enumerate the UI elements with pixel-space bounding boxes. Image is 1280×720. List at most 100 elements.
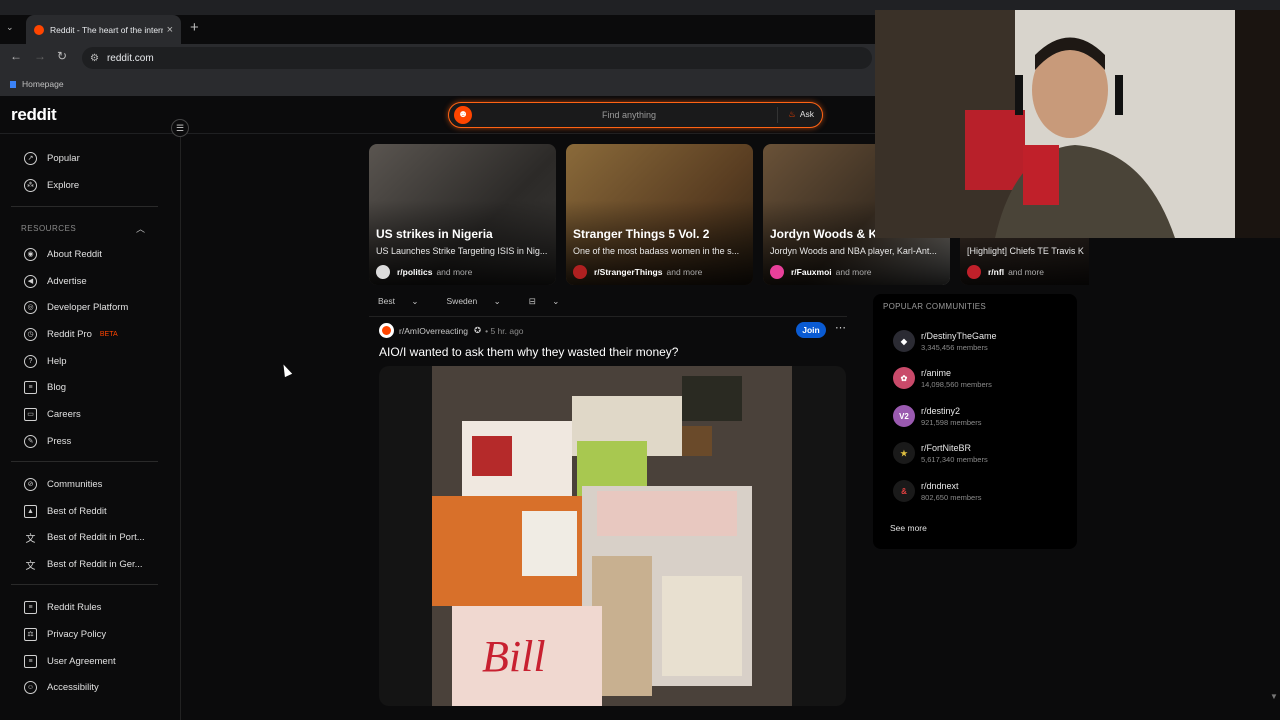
about-icon: ◉ bbox=[24, 247, 37, 261]
card-subtitle: [Highlight] Chiefs TE Travis K bbox=[967, 246, 1084, 256]
search-bar[interactable]: ☻ Find anything ♨ Ask bbox=[448, 102, 823, 128]
community-item[interactable]: ◆ r/DestinyTheGame 3,345,456 members bbox=[893, 327, 997, 355]
sidebar-toggle-icon[interactable]: ☰ bbox=[171, 119, 189, 137]
ask-button[interactable]: ♨ Ask bbox=[788, 109, 814, 120]
sidebar-item-communities[interactable]: ⊘ Communities bbox=[24, 474, 102, 494]
community-item[interactable]: & r/dndnext 802,650 members bbox=[893, 477, 981, 505]
community-name: r/politics bbox=[397, 267, 433, 277]
card-more: and more bbox=[1008, 267, 1044, 277]
trending-card[interactable]: US strikes in Nigeria US Launches Strike… bbox=[369, 144, 556, 285]
explore-icon: ⁂ bbox=[24, 178, 37, 192]
chevron-down-icon: ⌄ bbox=[493, 296, 501, 306]
sidebar-item-label: Developer Platform bbox=[47, 301, 129, 313]
url-text: reddit.com bbox=[106, 52, 154, 64]
sidebar-item-popular[interactable]: ↗ Popular bbox=[24, 148, 80, 168]
community-avatar bbox=[376, 265, 390, 279]
sidebar-item-label: Blog bbox=[47, 381, 67, 393]
bookmark-homepage[interactable]: Homepage bbox=[22, 79, 64, 89]
sidebar-item-privacy[interactable]: ⚖ Privacy Policy bbox=[24, 624, 106, 644]
sort-dropdown[interactable]: Best ⌄ bbox=[378, 296, 433, 307]
chevron-up-icon[interactable]: ︿ bbox=[136, 222, 145, 235]
subreddit-avatar[interactable] bbox=[379, 323, 394, 338]
reddit-logo[interactable]: reddit bbox=[11, 105, 57, 125]
community-members: 5,617,340 members bbox=[921, 454, 988, 464]
sidebar-item-rules[interactable]: ≡ Reddit Rules bbox=[24, 597, 101, 617]
translate-icon: 文 bbox=[25, 533, 36, 545]
card-title: Jordyn Woods & K... bbox=[770, 227, 888, 241]
new-tab-icon[interactable]: + bbox=[190, 19, 199, 36]
scroll-down-icon[interactable]: ▼ bbox=[1270, 692, 1278, 701]
sidebar-item-advertise[interactable]: ◀ Advertise bbox=[24, 271, 87, 291]
sidebar-item-accessibility[interactable]: ☺ Accessibility bbox=[24, 677, 99, 697]
post-subreddit[interactable]: r/AmIOverreacting bbox=[399, 326, 468, 336]
sidebar-item-label: Best of Reddit in Port... bbox=[47, 531, 145, 543]
region-dropdown[interactable]: Sweden ⌄ bbox=[447, 296, 515, 307]
browser-toolbar: ← → ↻ ⚙ reddit.com bbox=[0, 44, 876, 72]
post-image[interactable]: Bill bbox=[379, 366, 846, 706]
developer-icon: ◎ bbox=[24, 300, 37, 314]
address-bar[interactable]: ⚙ reddit.com bbox=[82, 47, 872, 69]
sidebar-item-developer[interactable]: ◎ Developer Platform bbox=[24, 297, 128, 317]
community-item[interactable]: ★ r/FortNiteBR 5,617,340 members bbox=[893, 439, 988, 467]
sidebar-item-label: Press bbox=[47, 435, 72, 447]
sidebar-item-label: Best of Reddit in Ger... bbox=[47, 558, 143, 570]
card-more: and more bbox=[835, 267, 872, 277]
community-item[interactable]: V2 r/destiny2 921,598 members bbox=[893, 402, 981, 430]
community-name: r/destiny2 bbox=[921, 405, 961, 416]
region-value: Sweden bbox=[446, 296, 478, 306]
trending-card[interactable]: Stranger Things 5 Vol. 2 One of the most… bbox=[566, 144, 753, 285]
more-options-icon[interactable]: ⋯ bbox=[835, 321, 846, 334]
browser-tab[interactable]: Reddit - The heart of the internet × bbox=[26, 15, 181, 44]
sidebar-item-label: Explore bbox=[47, 179, 80, 191]
sidebar-item-press[interactable]: ✎ Press bbox=[24, 431, 71, 451]
mouse-cursor-icon bbox=[279, 362, 293, 378]
post-title[interactable]: AIO/I wanted to ask them why they wasted… bbox=[379, 345, 678, 359]
rules-icon: ≡ bbox=[24, 600, 37, 614]
sidebar-item-blog[interactable]: ≡ Blog bbox=[24, 377, 66, 397]
sidebar-divider bbox=[11, 584, 158, 585]
tab-strip: ⌄ Reddit - The heart of the internet × + bbox=[0, 15, 876, 44]
community-name: r/dndnext bbox=[921, 480, 959, 491]
sidebar-item-about[interactable]: ◉ About Reddit bbox=[24, 244, 102, 264]
briefcase-icon: ▭ bbox=[24, 407, 37, 421]
bookmarks-bar: Homepage bbox=[0, 72, 876, 96]
view-dropdown[interactable]: ⊟ ⌄ bbox=[529, 296, 574, 307]
tab-search-icon[interactable]: ⌄ bbox=[6, 22, 14, 33]
sidebar-item-help[interactable]: ? Help bbox=[24, 351, 67, 371]
community-item[interactable]: ✿ r/anime 14,098,560 members bbox=[893, 364, 992, 392]
sidebar-item-best-german[interactable]: 文 Best of Reddit in Ger... bbox=[24, 554, 143, 574]
forward-icon[interactable]: → bbox=[34, 49, 46, 63]
community-members: 921,598 members bbox=[921, 417, 982, 427]
join-button[interactable]: Join bbox=[796, 322, 826, 338]
popular-heading: POPULAR COMMUNITIES bbox=[883, 302, 987, 311]
close-tab-icon[interactable]: × bbox=[167, 24, 173, 36]
card-more: and more bbox=[436, 267, 473, 277]
reload-icon[interactable]: ↻ bbox=[57, 49, 67, 63]
sidebar-item-careers[interactable]: ▭ Careers bbox=[24, 404, 81, 424]
blog-icon: ≡ bbox=[24, 380, 37, 394]
sidebar-item-reddit-pro[interactable]: ◷ Reddit Pro BETA bbox=[24, 324, 118, 344]
sidebar-item-best-of-reddit[interactable]: ▲ Best of Reddit bbox=[24, 501, 107, 521]
sidebar-item-best-portuguese[interactable]: 文 Best of Reddit in Port... bbox=[24, 527, 145, 547]
post-time-value: 5 hr. ago bbox=[490, 325, 524, 336]
see-more-button[interactable]: See more bbox=[890, 523, 927, 533]
sidebar-item-label: About Reddit bbox=[47, 248, 102, 260]
svg-text:Bill: Bill bbox=[482, 632, 546, 681]
card-title: US strikes in Nigeria bbox=[376, 227, 493, 241]
site-info-icon[interactable]: ⚙ bbox=[90, 53, 99, 64]
community-avatar bbox=[967, 265, 981, 279]
tab-title: Reddit - The heart of the internet bbox=[50, 24, 163, 35]
sidebar-item-label: Communities bbox=[47, 478, 103, 490]
sidebar-item-label: Best of Reddit bbox=[47, 505, 107, 517]
community-name: r/FortNiteBR bbox=[921, 442, 972, 453]
sidebar-item-explore[interactable]: ⁂ Explore bbox=[24, 175, 79, 195]
accessibility-icon: ☺ bbox=[24, 680, 37, 694]
popular-communities-panel: POPULAR COMMUNITIES ◆ r/DestinyTheGame 3,… bbox=[873, 294, 1077, 549]
sidebar-item-label: Reddit Pro bbox=[47, 328, 92, 340]
community-members: 14,098,560 members bbox=[921, 379, 992, 389]
sidebar-item-label: Reddit Rules bbox=[47, 601, 102, 613]
sidebar-divider bbox=[11, 206, 158, 207]
back-icon[interactable]: ← bbox=[10, 49, 22, 63]
chevron-down-icon: ⌄ bbox=[411, 296, 419, 306]
sidebar-item-user-agreement[interactable]: ≡ User Agreement bbox=[24, 651, 116, 671]
